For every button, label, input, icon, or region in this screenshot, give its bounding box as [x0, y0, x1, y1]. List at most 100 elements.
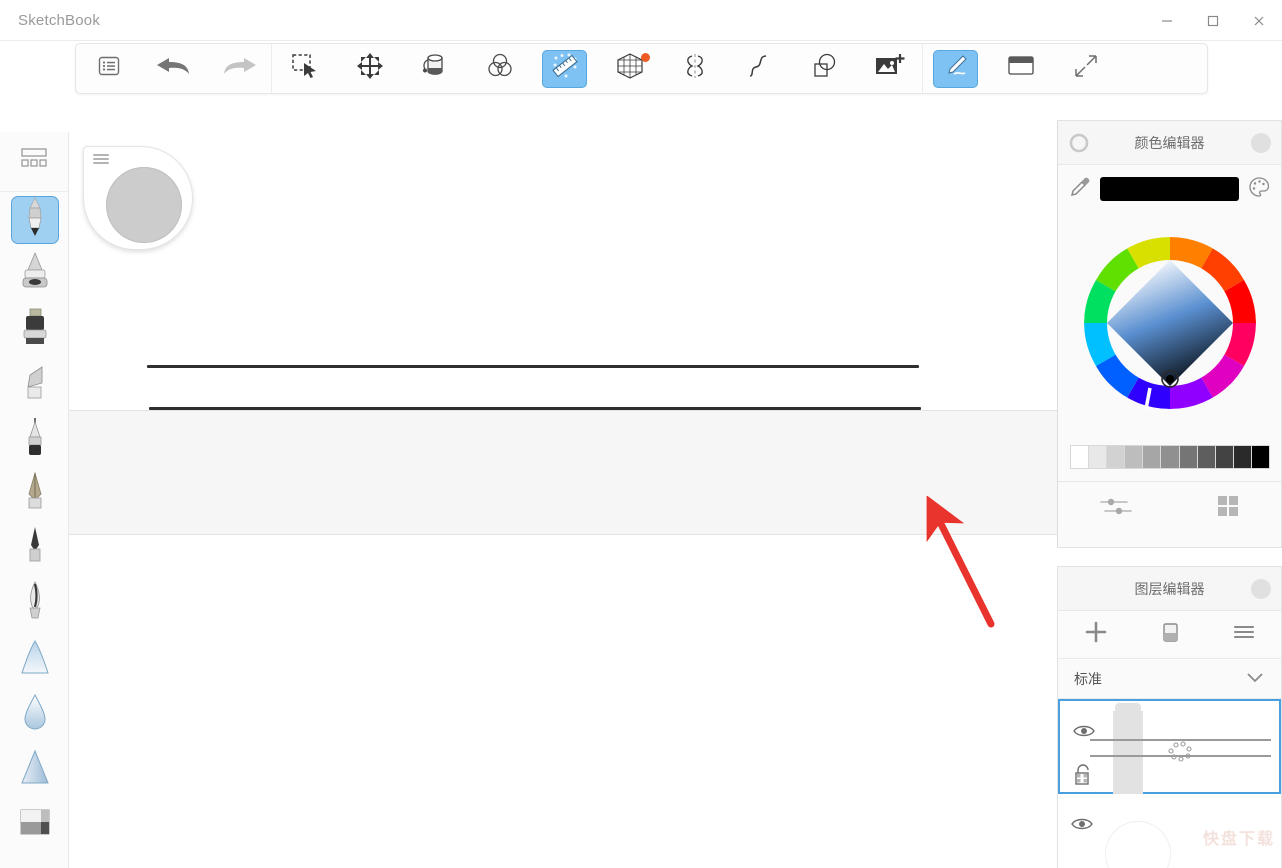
move-transform-icon [356, 52, 384, 85]
app-title: SketchBook [18, 12, 101, 29]
grid-swatch-icon[interactable] [1214, 492, 1242, 525]
brush-item-marker[interactable] [0, 302, 69, 357]
layer-editor-header: 图层编辑器 [1058, 567, 1281, 611]
blend-tool-button[interactable] [467, 44, 532, 93]
layer-transform-dots-icon [1163, 737, 1192, 762]
select-tool-button[interactable] [272, 44, 337, 93]
nib-pen-icon [22, 470, 48, 519]
shape-tool-button[interactable] [792, 44, 857, 93]
color-editor-title: 颜色编辑器 [1134, 134, 1205, 151]
layer-thumbnail-tab [1115, 703, 1141, 717]
transform-tool-button[interactable] [337, 44, 402, 93]
brush-item-pencil[interactable] [0, 192, 69, 247]
brush-item-nib-pen[interactable] [0, 467, 69, 522]
layer-item-1[interactable] [1058, 699, 1281, 796]
ruler-tool-selected-bg [542, 49, 587, 88]
plus-icon[interactable] [1083, 619, 1109, 650]
undo-button[interactable] [141, 44, 206, 93]
brush-item-soft-blend[interactable] [0, 632, 69, 687]
curve-tool-button[interactable] [727, 44, 792, 93]
redo-arrow-icon [218, 53, 260, 84]
chisel-tip-icon [20, 361, 50, 408]
drawing-canvas[interactable] [69, 96, 1057, 868]
swatch-1[interactable] [1088, 445, 1108, 469]
ruler-overlay-band[interactable] [69, 410, 1057, 535]
brush-item-hard-blend[interactable] [0, 742, 69, 797]
color-blend-icon [485, 51, 515, 86]
marquee-select-icon [290, 52, 320, 85]
fullscreen-button[interactable] [1053, 44, 1118, 93]
palette-icon[interactable] [1247, 175, 1271, 204]
blend-mode-row[interactable]: 标准 [1058, 659, 1281, 699]
brush-selected-bg [10, 195, 59, 244]
swatch-7[interactable] [1196, 445, 1216, 469]
eye-icon[interactable] [1070, 816, 1094, 837]
marker-icon [18, 305, 52, 354]
brush-library-button[interactable] [0, 132, 68, 192]
brush-item-airbrush[interactable] [0, 247, 69, 302]
hamburger-icon[interactable] [93, 154, 109, 166]
pen-draw-icon [941, 51, 971, 86]
swatch-9[interactable] [1232, 445, 1252, 469]
brush-item-paintbrush[interactable] [0, 577, 69, 632]
brush-item-ballpoint[interactable] [0, 412, 69, 467]
brush-palette [0, 132, 69, 868]
hard-blend-icon [15, 745, 55, 794]
add-image-icon [874, 52, 906, 85]
ruler-tool-button[interactable] [532, 44, 597, 93]
brush-size-puck[interactable] [83, 146, 199, 256]
minimize-button[interactable] [1144, 0, 1190, 41]
brush-item-chisel[interactable] [0, 357, 69, 412]
fill-tool-button[interactable] [402, 44, 467, 93]
layer-thumbnail-circle [1106, 822, 1170, 868]
menu-button[interactable] [76, 44, 141, 93]
current-color-swatch[interactable] [1100, 177, 1239, 201]
scurve-icon [746, 51, 774, 86]
symmetry-tool-button[interactable] [662, 44, 727, 93]
draw-tool-button[interactable] [923, 44, 988, 93]
puck-body[interactable] [83, 146, 193, 250]
window-icon [1006, 53, 1036, 84]
close-button[interactable] [1236, 0, 1282, 41]
panel-dot-icon[interactable] [1251, 579, 1271, 599]
hamburger-icon[interactable] [1231, 621, 1257, 648]
sliders-icon[interactable] [1097, 493, 1137, 524]
redo-button[interactable] [206, 44, 271, 93]
swatch-3[interactable] [1124, 445, 1144, 469]
circle-outline-icon[interactable] [1068, 132, 1090, 159]
duplicate-icon[interactable] [1158, 620, 1182, 649]
layer-editor-title: 图层编辑器 [1134, 580, 1205, 597]
main-toolbar [75, 43, 1208, 94]
perspective-tool-button[interactable] [597, 44, 662, 93]
swatch-10[interactable] [1250, 445, 1271, 469]
pencil-icon [22, 196, 48, 243]
color-editor-footer [1058, 481, 1281, 535]
chevron-down-icon[interactable] [1245, 670, 1265, 687]
swatch-0[interactable] [1070, 445, 1090, 469]
eyedropper-icon[interactable] [1068, 175, 1092, 204]
brush-item-water-drop[interactable] [0, 687, 69, 742]
stroke-line-1 [147, 365, 919, 368]
ballpoint-pen-icon [22, 415, 48, 464]
current-color-row [1058, 165, 1281, 213]
swatch-2[interactable] [1106, 445, 1126, 469]
swatch-8[interactable] [1214, 445, 1234, 469]
swatch-5[interactable] [1160, 445, 1180, 469]
airbrush-icon [18, 250, 52, 299]
swatch-6[interactable] [1178, 445, 1198, 469]
draw-tool-selected-bg [933, 49, 978, 88]
color-wheel[interactable] [1058, 213, 1281, 441]
site-watermark: 快盘下载 [1202, 831, 1275, 848]
maximize-button[interactable] [1190, 0, 1236, 41]
shape-boolean-icon [810, 51, 840, 86]
eraser-icon [15, 802, 55, 847]
layer-editor-panel: 图层编辑器 标准 快盘下载 [1057, 566, 1282, 868]
window-layout-button[interactable] [988, 44, 1053, 93]
puck-size-indicator[interactable] [106, 167, 182, 243]
brush-item-fine-nib[interactable] [0, 522, 69, 577]
add-image-button[interactable] [857, 44, 922, 93]
grayscale-swatch-strip[interactable] [1058, 441, 1281, 473]
swatch-4[interactable] [1142, 445, 1162, 469]
brush-item-eraser[interactable] [0, 797, 69, 852]
panel-dot-icon[interactable] [1251, 133, 1271, 153]
